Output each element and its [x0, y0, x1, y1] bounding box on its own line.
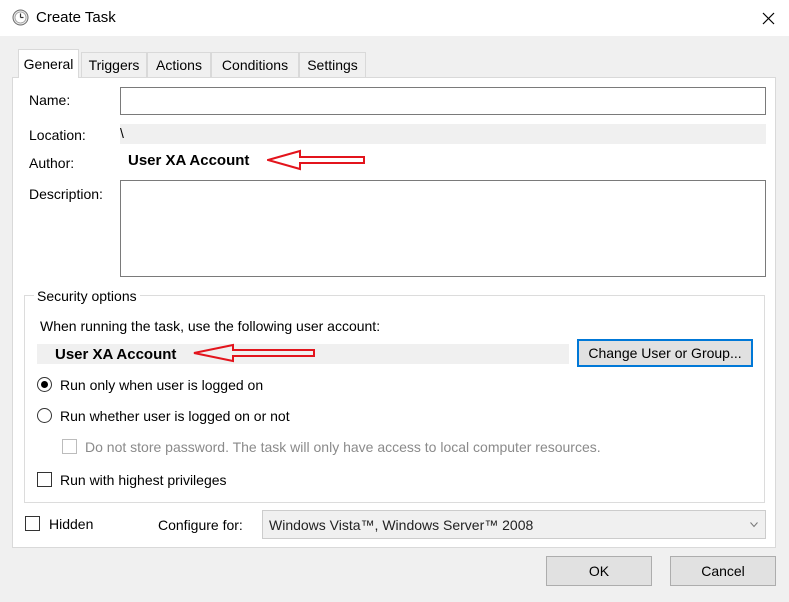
title-bar: Create Task: [0, 0, 789, 36]
tab-conditions[interactable]: Conditions: [211, 52, 299, 77]
configure-for-value: Windows Vista™, Windows Server™ 2008: [269, 517, 534, 533]
description-input[interactable]: [120, 180, 766, 277]
run-whether-logged-on-label: Run whether user is logged on or not: [60, 408, 290, 424]
ok-button[interactable]: OK: [546, 556, 652, 586]
security-options-label: Security options: [34, 288, 140, 304]
name-label: Name:: [29, 92, 71, 108]
general-tab-panel: Name: Location: \ Author: User XA Accoun…: [12, 77, 776, 548]
user-account-value: User XA Account: [55, 346, 177, 363]
task-scheduler-icon: [12, 9, 29, 26]
hidden-checkbox[interactable]: [25, 516, 40, 531]
account-annotation-arrow: [193, 343, 315, 363]
tab-actions[interactable]: Actions: [147, 52, 211, 77]
location-field: \: [120, 124, 766, 144]
window-title: Create Task: [36, 9, 116, 26]
highest-privileges-checkbox[interactable]: [37, 472, 52, 487]
author-label: Author:: [29, 155, 75, 171]
author-value: User XA Account: [128, 152, 250, 169]
tab-general[interactable]: General: [18, 49, 79, 78]
author-annotation-arrow: [267, 149, 365, 171]
account-prompt: When running the task, use the following…: [40, 318, 381, 334]
run-whether-logged-on-radio[interactable]: [37, 408, 52, 423]
description-label: Description:: [29, 186, 103, 202]
configure-for-label: Configure for:: [158, 517, 243, 533]
radio-selected-dot: [41, 381, 48, 388]
chevron-down-icon: [750, 522, 758, 528]
run-only-logged-on-label: Run only when user is logged on: [60, 377, 264, 393]
do-not-store-password-label: Do not store password. The task will onl…: [85, 439, 601, 455]
cancel-button[interactable]: Cancel: [670, 556, 776, 586]
location-label: Location:: [29, 127, 86, 143]
name-input[interactable]: [120, 87, 766, 115]
do-not-store-password-checkbox[interactable]: [62, 439, 77, 454]
tab-settings[interactable]: Settings: [299, 52, 366, 77]
configure-for-select[interactable]: Windows Vista™, Windows Server™ 2008: [262, 510, 766, 539]
hidden-label: Hidden: [49, 516, 94, 532]
close-button[interactable]: [748, 0, 789, 36]
close-icon: [762, 12, 775, 24]
highest-privileges-label: Run with highest privileges: [60, 472, 227, 488]
change-user-or-group-button[interactable]: Change User or Group...: [577, 339, 753, 367]
location-value: \: [120, 125, 124, 141]
tab-triggers[interactable]: Triggers: [81, 52, 147, 77]
run-only-logged-on-radio[interactable]: [37, 377, 52, 392]
